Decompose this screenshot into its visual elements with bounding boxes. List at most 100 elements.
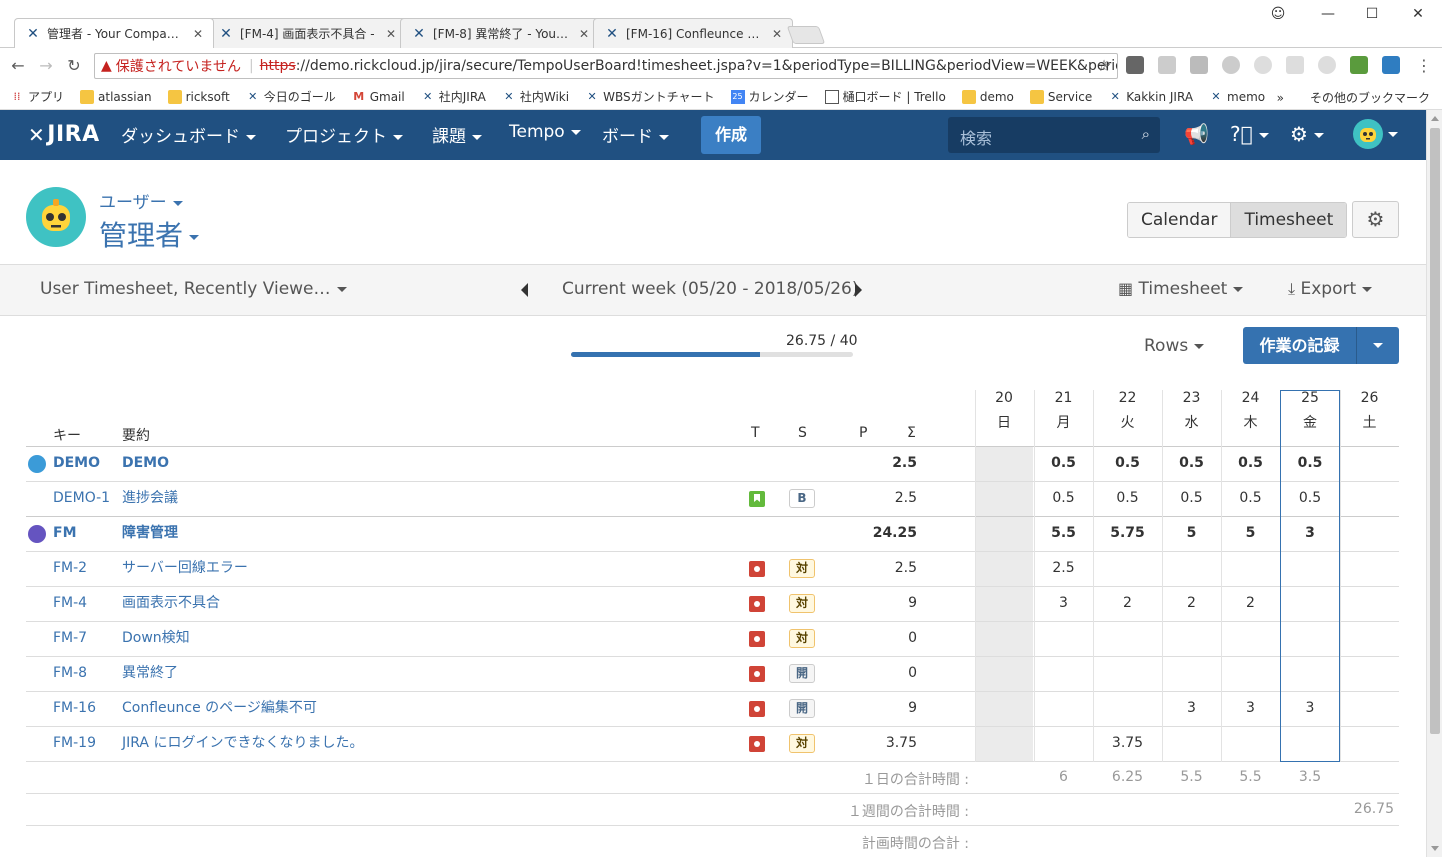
settings-gear-icon[interactable]: ⚙ (1352, 201, 1399, 238)
day-hours-cell[interactable]: 0.5 (1093, 481, 1162, 516)
day-hours-cell[interactable]: 0.5 (1221, 481, 1280, 516)
browser-tab[interactable]: ✕ [FM-4] 画面表示不具合 - ✕ (207, 18, 407, 48)
day-hours-cell[interactable]: 3 (1221, 691, 1280, 726)
user-type-dropdown[interactable]: ユーザー (99, 188, 183, 213)
day-hours-cell[interactable] (975, 586, 1033, 621)
day-column-header[interactable]: 26 土 (1340, 390, 1399, 432)
filter-dropdown[interactable]: User Timesheet, Recently Viewe… (40, 279, 347, 299)
profile-icon[interactable]: ☺ (1268, 6, 1288, 22)
nav-projects[interactable]: プロジェクト (285, 122, 403, 147)
previous-period-icon[interactable] (521, 283, 528, 297)
day-hours-cell[interactable] (1093, 656, 1162, 691)
bookmark-folder[interactable]: demo (961, 89, 1014, 104)
period-selector[interactable]: Current week (05/20 - 2018/05/26) (562, 279, 859, 299)
day-hours-cell[interactable]: 0.5 (1034, 446, 1093, 481)
bookmark-star-icon[interactable]: ☆ (1094, 56, 1114, 75)
day-hours-cell[interactable]: 0.5 (1162, 446, 1221, 481)
day-hours-cell[interactable]: 2 (1221, 586, 1280, 621)
reload-icon[interactable]: ↻ (64, 56, 84, 75)
other-bookmarks-label[interactable]: その他のブックマーク (1310, 89, 1430, 106)
extension-icon[interactable] (1190, 56, 1208, 74)
day-hours-cell[interactable] (975, 656, 1033, 691)
jira-logo[interactable]: ✕ JIRA (28, 122, 100, 147)
day-hours-cell[interactable] (1340, 656, 1399, 691)
day-hours-cell[interactable] (1162, 551, 1221, 586)
day-hours-cell[interactable] (975, 691, 1033, 726)
issue-key-link[interactable]: FM-8 (53, 656, 87, 691)
maximize-icon[interactable]: ☐ (1362, 6, 1382, 22)
new-tab-button[interactable] (786, 26, 826, 44)
bookmark-link[interactable]: ✕ WBSガントチャート (585, 88, 715, 105)
day-hours-cell[interactable]: 2 (1093, 586, 1162, 621)
day-hours-cell[interactable] (1093, 551, 1162, 586)
timesheet-view-button[interactable]: Timesheet (1230, 203, 1347, 237)
day-hours-cell[interactable] (975, 481, 1033, 516)
issue-key-link[interactable]: DEMO-1 (53, 481, 110, 516)
close-tab-icon[interactable]: ✕ (577, 27, 591, 41)
day-hours-cell[interactable] (1221, 656, 1280, 691)
issue-summary-link[interactable]: 画面表示不具合 (122, 586, 220, 621)
log-work-options-button[interactable] (1356, 327, 1399, 364)
day-hours-cell[interactable]: 0.5 (1162, 481, 1221, 516)
day-column-header[interactable]: 20 日 (975, 390, 1033, 432)
column-header-summary[interactable]: 要約 (122, 425, 150, 445)
day-hours-cell[interactable]: 0.5 (1093, 446, 1162, 481)
day-hours-cell[interactable] (1034, 656, 1093, 691)
create-button[interactable]: 作成 (701, 116, 761, 154)
forward-icon[interactable]: → (36, 56, 56, 75)
issue-key-link[interactable]: FM-2 (53, 551, 87, 586)
day-hours-cell[interactable]: 5 (1221, 516, 1280, 551)
issue-summary-link[interactable]: 障害管理 (122, 516, 178, 551)
help-icon[interactable]: ?⃝ (1230, 122, 1269, 146)
day-hours-cell[interactable] (1093, 621, 1162, 656)
log-work-label[interactable]: 作業の記録 (1243, 327, 1356, 364)
next-period-icon[interactable] (855, 283, 862, 297)
close-tab-icon[interactable]: ✕ (770, 27, 784, 41)
extension-icon[interactable] (1254, 56, 1272, 74)
close-tab-icon[interactable]: ✕ (384, 27, 398, 41)
calendar-view-button[interactable]: Calendar (1128, 203, 1231, 237)
issue-summary-link[interactable]: 進捗会議 (122, 481, 178, 516)
day-column-header[interactable]: 22 火 (1093, 390, 1162, 432)
nav-dashboards[interactable]: ダッシュボード (121, 122, 256, 147)
day-hours-cell[interactable]: 2.5 (1034, 551, 1093, 586)
extension-icon[interactable] (1222, 56, 1240, 74)
bookmark-folder[interactable]: atlassian (80, 89, 152, 104)
day-hours-cell[interactable] (1093, 691, 1162, 726)
scroll-up-icon[interactable] (1431, 116, 1439, 121)
close-window-icon[interactable]: ✕ (1408, 6, 1428, 22)
day-hours-cell[interactable] (1162, 621, 1221, 656)
scrollbar-thumb[interactable] (1430, 128, 1440, 734)
day-hours-cell[interactable] (1340, 446, 1399, 481)
browser-menu-icon[interactable]: ⋮ (1414, 56, 1434, 75)
nav-tempo[interactable]: Tempo (509, 122, 581, 142)
bookmark-link[interactable]: ✕ 社内JIRA (421, 88, 486, 105)
announcement-icon[interactable]: 📢 (1184, 122, 1209, 146)
issue-key-link[interactable]: FM-19 (53, 726, 96, 761)
day-hours-cell[interactable] (975, 516, 1033, 551)
day-hours-cell[interactable] (1162, 726, 1221, 761)
extension-icon[interactable] (1286, 56, 1304, 74)
more-bookmarks-icon[interactable]: » (1277, 91, 1284, 105)
extension-icon[interactable] (1350, 56, 1368, 74)
day-hours-cell[interactable] (1221, 726, 1280, 761)
bookmark-link[interactable]: 樋口ボード | Trello (824, 88, 946, 105)
day-hours-cell[interactable]: 5.5 (1034, 516, 1093, 551)
bookmarks-overflow[interactable]: » その他のブックマーク (1277, 89, 1430, 106)
day-hours-cell[interactable] (1162, 656, 1221, 691)
day-hours-cell[interactable]: 5.75 (1093, 516, 1162, 551)
scroll-down-icon[interactable] (1431, 846, 1439, 851)
day-hours-cell[interactable]: 2 (1162, 586, 1221, 621)
day-hours-cell[interactable] (975, 621, 1033, 656)
day-column-header[interactable]: 21 月 (1034, 390, 1093, 432)
bookmark-link[interactable]: ✕ 今日のゴール (246, 88, 336, 105)
bookmark-link[interactable]: ✕ 社内Wiki (502, 88, 569, 105)
user-avatar[interactable] (1353, 119, 1383, 149)
bookmark-link[interactable]: M Gmail (352, 90, 405, 104)
bookmark-link[interactable]: 25 カレンダー (730, 88, 809, 105)
day-hours-cell[interactable] (1034, 691, 1093, 726)
browser-tab[interactable]: ✕ [FM-8] 異常終了 - Your C ✕ (400, 18, 600, 48)
day-column-header[interactable]: 24 木 (1221, 390, 1280, 432)
browser-tab[interactable]: ✕ [FM-16] Confleunce のペ ✕ (593, 18, 793, 48)
bookmark-link[interactable]: ✕ memo (1209, 90, 1265, 104)
